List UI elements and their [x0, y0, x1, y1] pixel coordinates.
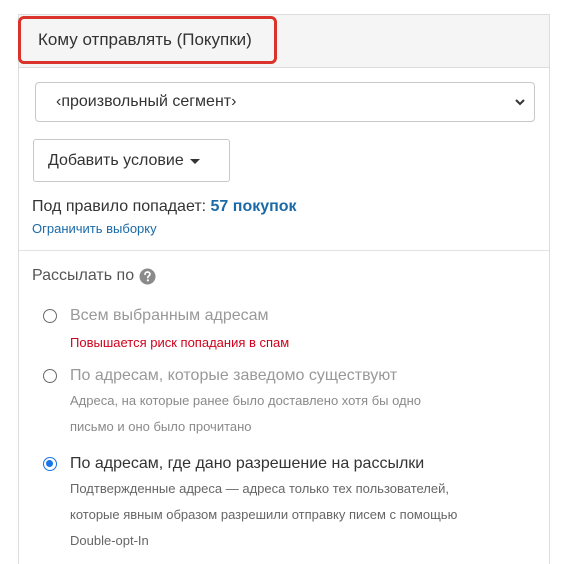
caret-down-icon [189, 159, 200, 164]
recipients-panel: Кому отправлять (Покупки) ‹произвольный … [18, 14, 550, 564]
divider [19, 250, 549, 251]
option-existing-desc-1: Адреса, на которые ранее было доставлено… [70, 393, 422, 408]
segment-select-value: ‹произвольный сегмент› [56, 93, 237, 110]
send-option-existing[interactable]: По адресам, которые заведомо существуют … [43, 366, 421, 440]
radio-existing[interactable] [43, 369, 57, 383]
radio-all[interactable] [43, 309, 57, 323]
rule-count: 57 покупок [210, 198, 297, 215]
panel-title: Кому отправлять (Покупки) [38, 30, 252, 49]
rule-prefix: Под правило попадает: [32, 198, 211, 215]
help-icon[interactable] [139, 268, 156, 285]
send-option-all[interactable]: Всем выбранным адресам Повышается риск п… [43, 306, 289, 350]
option-existing-label: По адресам, которые заведомо существуют [70, 367, 398, 384]
rule-summary: Под правило попадает: 57 покупок [32, 198, 297, 216]
send-by-label: Рассылать по [32, 267, 135, 284]
option-permitted-label: По адресам, где дано разрешение на рассы… [70, 455, 425, 472]
add-condition-label: Добавить условие [48, 151, 184, 169]
option-existing-desc-2: письмо и оно было прочитано [70, 419, 252, 434]
option-permitted-desc-3: Double-opt-In [70, 533, 149, 548]
limit-selection-link[interactable]: Ограничить выборку [32, 221, 157, 236]
option-all-label: Всем выбранным адресам [70, 307, 269, 324]
send-by-heading: Рассылать по [32, 267, 156, 285]
add-condition-button[interactable]: Добавить условие [33, 139, 230, 182]
option-permitted-desc-1: Подтвержденные адреса — адреса только те… [70, 481, 449, 496]
panel-title-highlight: Кому отправлять (Покупки) [18, 16, 277, 64]
option-permitted-desc-2: которые явным образом разрешили отправку… [70, 507, 458, 522]
chevron-down-icon [515, 99, 525, 106]
radio-permitted[interactable] [43, 457, 57, 471]
panel-header: Кому отправлять (Покупки) [18, 15, 549, 68]
option-all-warning: Повышается риск попадания в спам [70, 335, 290, 350]
segment-select[interactable]: ‹произвольный сегмент› [35, 82, 535, 122]
send-option-permitted[interactable]: По адресам, где дано разрешение на рассы… [43, 454, 457, 554]
